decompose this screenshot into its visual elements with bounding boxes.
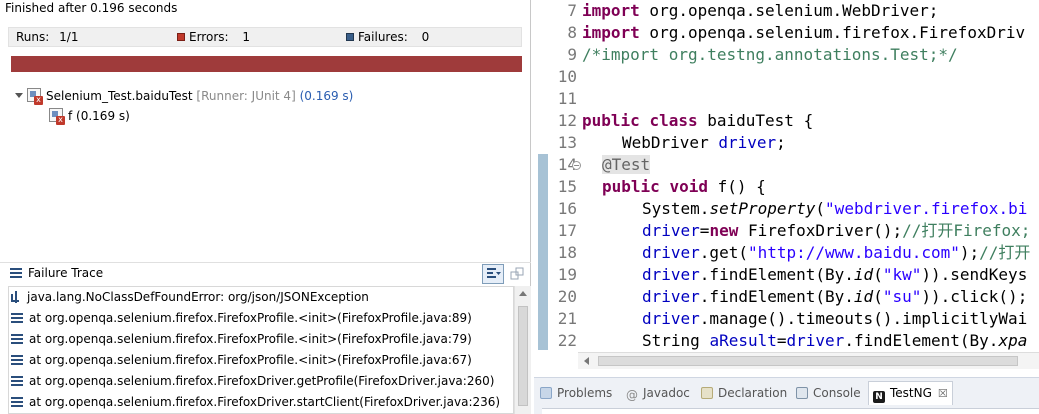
test-tree: Selenium_Test.baiduTest [Runner: JUnit 4…: [0, 86, 531, 256]
line-number: 11: [557, 89, 577, 108]
error-icon: [177, 33, 185, 41]
failure-trace-header: Failure Trace: [0, 262, 531, 284]
line-number: 15: [557, 177, 577, 196]
failure-trace-list[interactable]: java.lang.NoClassDefFoundError: org/json…: [8, 286, 514, 414]
suite-runner: [Runner: JUnit 4]: [196, 89, 296, 103]
suite-time: (0.169 s): [299, 89, 354, 103]
code-line-16: System.setProperty("webdriver.firefox.bi: [642, 199, 1028, 218]
at-icon: @: [626, 388, 638, 402]
errors-stat: Errors: 1: [177, 30, 250, 44]
stack-frame-icon: [11, 397, 23, 407]
runs-value: 1/1: [59, 30, 79, 44]
failure-trace-title: Failure Trace: [10, 266, 103, 280]
trace-row[interactable]: at org.openqa.selenium.firefox.FirefoxPr…: [11, 350, 472, 370]
runs-stat: Runs: 1/1: [16, 30, 78, 44]
code-line-18: driver.get("http://www.baidu.com");//打开: [642, 243, 1031, 262]
line-number: 7: [567, 1, 577, 20]
stack-trace-icon: [10, 268, 22, 278]
line-number: 8: [567, 23, 577, 42]
testng-icon: N: [873, 391, 885, 403]
finished-status: Finished after 0.196 seconds: [5, 1, 178, 15]
failures-stat: Failures: 0: [346, 30, 429, 44]
test-name: f (0.169 s): [68, 109, 130, 123]
tree-item-test[interactable]: f (0.169 s): [49, 107, 130, 125]
trace-row[interactable]: at org.openqa.selenium.firefox.FirefoxPr…: [11, 329, 472, 349]
failures-label: Failures:: [358, 30, 408, 44]
scroll-up-arrow-icon[interactable]: [519, 291, 527, 296]
line-number: 9: [567, 45, 577, 64]
test-suite-error-icon: [27, 88, 43, 105]
tab-problems[interactable]: Problems: [540, 382, 612, 404]
tab-javadoc[interactable]: @ Javadoc: [626, 382, 690, 404]
stack-frame-icon: [11, 313, 23, 323]
line-number: 21: [557, 309, 577, 328]
fold-collapse-icon[interactable]: −: [572, 161, 581, 170]
line-number: 20: [557, 287, 577, 306]
code-line-13: WebDriver driver;: [622, 133, 786, 152]
code-line-22: String aResult=driver.findElement(By.xpa: [642, 331, 1028, 350]
code-line-17: driver=new FirefoxDriver();//打开Firefox;: [642, 221, 1031, 240]
filter-stack-trace-button[interactable]: [482, 264, 504, 284]
errors-label: Errors:: [189, 30, 229, 44]
suite-name: Selenium_Test.baiduTest: [46, 89, 193, 103]
close-tab-icon[interactable]: ☒: [938, 387, 948, 400]
run-stats-bar: Runs: 1/1 Errors: 1 Failures: 0: [8, 27, 522, 47]
code-line-8: import org.openqa.selenium.firefox.Firef…: [582, 23, 1026, 42]
problems-icon: [540, 387, 552, 399]
line-number: 22: [557, 331, 577, 350]
line-number: 18: [557, 243, 577, 262]
code-line-7: import org.openqa.selenium.WebDriver;: [582, 1, 939, 20]
line-number: 10: [557, 67, 577, 86]
tab-testng[interactable]: N TestNG ☒: [868, 381, 953, 405]
tree-item-suite[interactable]: Selenium_Test.baiduTest [Runner: JUnit 4…: [15, 87, 353, 105]
compare-result-button[interactable]: [506, 264, 528, 284]
editor-horizontal-scrollbar[interactable]: [578, 352, 1039, 369]
trace-row[interactable]: at org.openqa.selenium.firefox.FirefoxDr…: [11, 392, 500, 412]
line-number: 16: [557, 199, 577, 218]
line-number: 12: [557, 111, 577, 130]
line-number-gutter: 7 8 9 10 11 12 13 14 15 16 17 18 19 20 2…: [538, 0, 581, 350]
tab-console[interactable]: Console: [796, 382, 861, 404]
filter-icon: [487, 268, 501, 278]
code-line-19: driver.findElement(By.id("kw")).sendKeys: [642, 265, 1028, 284]
code-line-9: /*import org.testng.annotations.Test;*/: [582, 45, 958, 64]
trace-exception-row[interactable]: java.lang.NoClassDefFoundError: org/json…: [11, 287, 369, 307]
stack-frame-icon: [11, 376, 23, 386]
code-line-20: driver.findElement(By.id("su")).click();: [642, 287, 1028, 306]
view-tab-bar: Problems @ Javadoc Declaration Console NT…: [534, 377, 1039, 414]
stack-frame-icon: [11, 355, 23, 365]
quick-diff-bar: [538, 154, 548, 350]
java-editor[interactable]: 7 8 9 10 11 12 13 14 15 16 17 18 19 20 2…: [538, 0, 1039, 375]
code-line-14: @Test: [602, 155, 651, 174]
failures-value: 0: [421, 30, 430, 44]
compare-icon: [510, 267, 524, 280]
exception-icon: [11, 291, 21, 303]
line-number: 17: [557, 221, 577, 240]
expand-arrow-icon[interactable]: [15, 93, 23, 98]
runs-label: Runs:: [16, 30, 50, 44]
test-error-icon: [49, 108, 65, 125]
testng-view-body: [542, 408, 1039, 414]
errors-value: 1: [242, 30, 251, 44]
scroll-left-arrow-icon[interactable]: [584, 357, 589, 365]
trace-vertical-scrollbar[interactable]: [514, 286, 531, 414]
scrollbar-thumb[interactable]: [598, 356, 1018, 366]
code-line-12: public class baiduTest {: [582, 111, 814, 130]
junit-view: Finished after 0.196 seconds Runs: 1/1 E…: [0, 0, 531, 414]
code-area[interactable]: import org.openqa.selenium.WebDriver; im…: [582, 0, 1039, 350]
declaration-icon: [701, 387, 713, 399]
tab-declaration[interactable]: Declaration: [701, 382, 787, 404]
console-icon: [796, 387, 808, 399]
code-line-21: driver.manage().timeouts().implicitlyWai: [642, 309, 1028, 328]
stack-frame-icon: [11, 334, 23, 344]
trace-row[interactable]: at org.openqa.selenium.firefox.FirefoxDr…: [11, 371, 494, 391]
line-number: 13: [557, 133, 577, 152]
line-number: 19: [557, 265, 577, 284]
test-progress-bar: [11, 56, 522, 72]
code-line-15: public void f() {: [602, 177, 766, 196]
failure-icon: [346, 33, 354, 41]
trace-row[interactable]: at org.openqa.selenium.firefox.FirefoxPr…: [11, 308, 472, 328]
scrollbar-thumb[interactable]: [518, 306, 528, 406]
